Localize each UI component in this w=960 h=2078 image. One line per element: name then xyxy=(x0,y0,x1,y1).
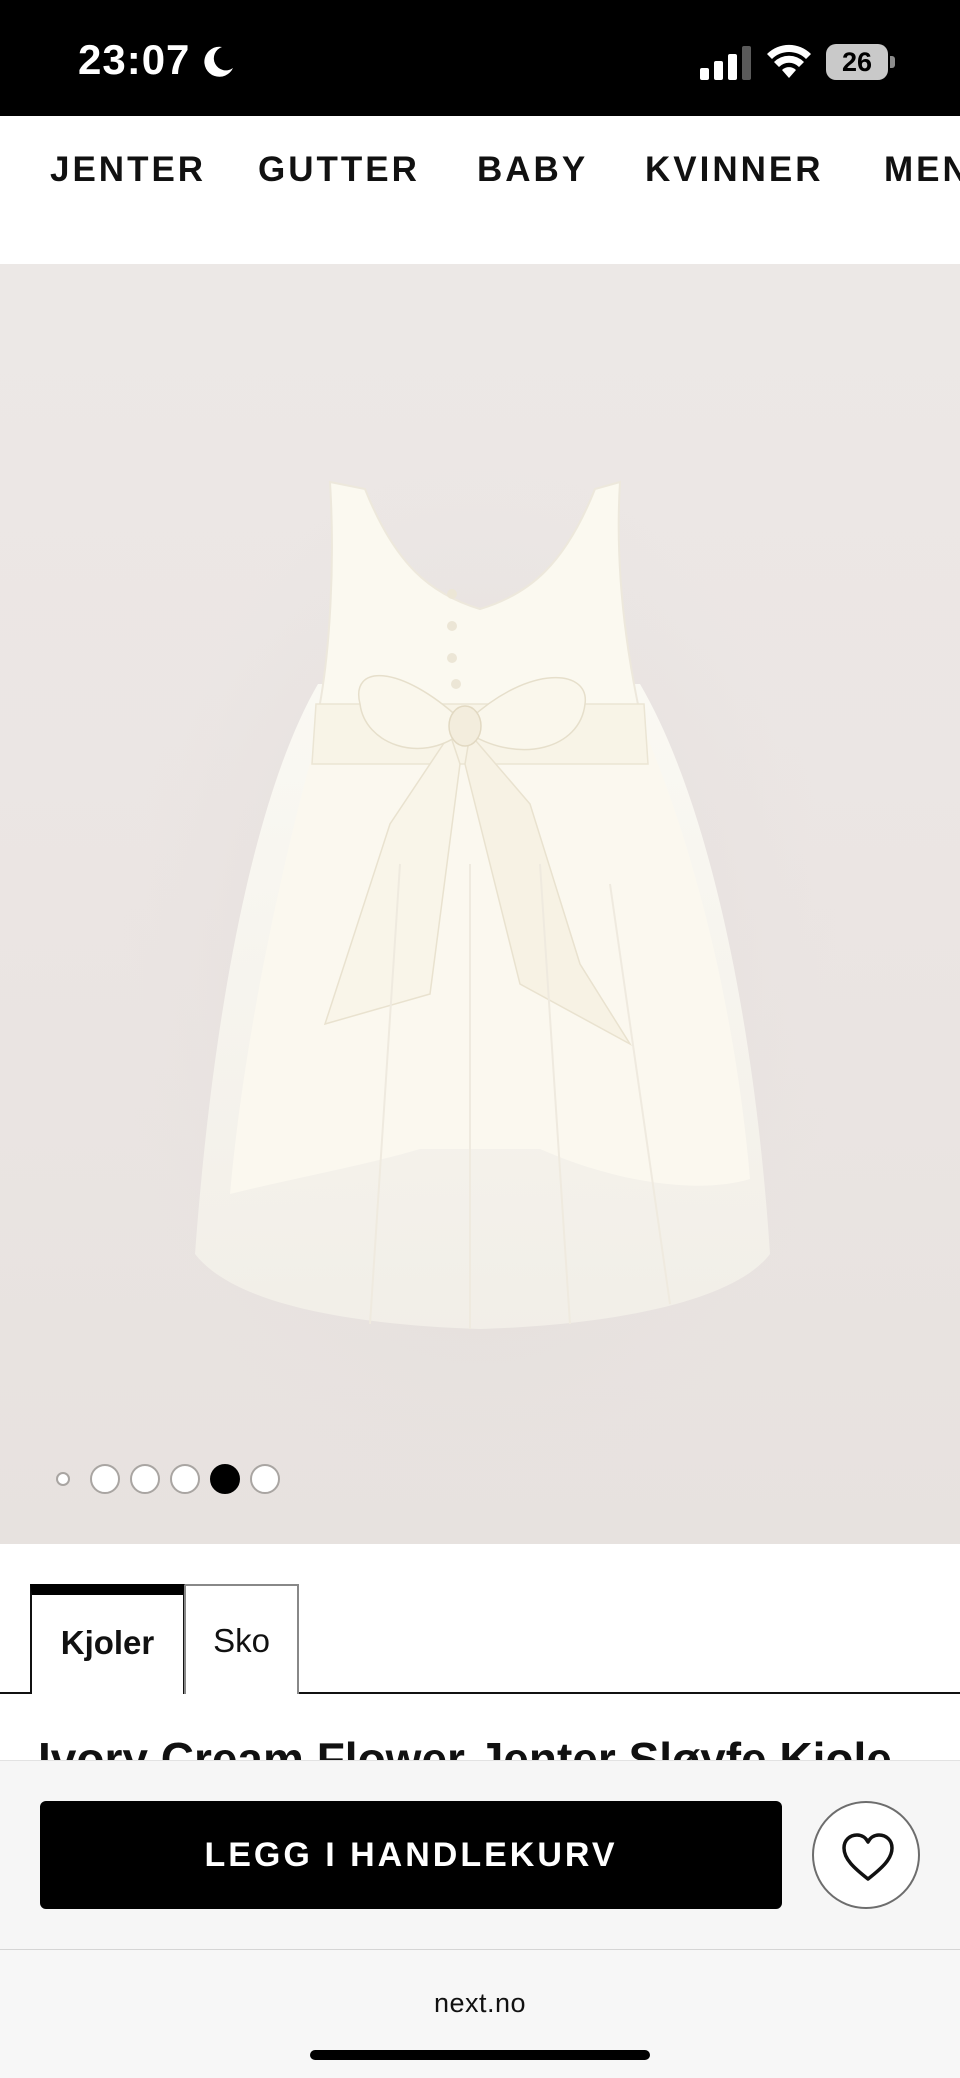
nav-item-kvinner[interactable]: KVINNER xyxy=(645,150,824,190)
product-image-carousel[interactable] xyxy=(0,264,960,1544)
nav-item-menn[interactable]: MEN xyxy=(884,150,960,190)
moon-icon xyxy=(204,46,233,77)
battery-level: 26 xyxy=(826,44,888,80)
tab-sko[interactable]: Sko xyxy=(184,1584,299,1694)
nav-item-jenter[interactable]: JENTER xyxy=(50,150,206,190)
carousel-dot[interactable] xyxy=(130,1464,160,1494)
tab-kjoler[interactable]: Kjoler xyxy=(30,1584,185,1694)
carousel-dot[interactable] xyxy=(250,1464,280,1494)
heart-icon xyxy=(842,1833,894,1881)
category-nav: JENTER GUTTER BABY KVINNER MEN xyxy=(0,116,960,264)
browser-domain[interactable]: next.no xyxy=(0,1988,960,2019)
battery-tip xyxy=(890,56,895,68)
status-time: 23:07 xyxy=(78,36,191,83)
home-indicator[interactable] xyxy=(310,2050,650,2060)
signal-icon xyxy=(700,46,751,80)
wishlist-button[interactable] xyxy=(812,1801,920,1909)
wifi-icon xyxy=(767,44,811,78)
carousel-dot[interactable] xyxy=(56,1472,70,1486)
add-to-cart-button[interactable]: LEGG I HANDLEKURV xyxy=(40,1801,782,1909)
carousel-dot-active[interactable] xyxy=(210,1464,240,1494)
carousel-dot[interactable] xyxy=(170,1464,200,1494)
browser-bottom-bar: next.no xyxy=(0,1950,960,2078)
add-to-cart-bar: LEGG I HANDLEKURV xyxy=(0,1760,960,1950)
nav-item-baby[interactable]: BABY xyxy=(477,150,588,190)
product-image xyxy=(120,464,840,1504)
tab-kjoler-label: Kjoler xyxy=(60,1624,155,1661)
tab-sko-label: Sko xyxy=(213,1622,270,1659)
carousel-dot[interactable] xyxy=(90,1464,120,1494)
category-tabs: Kjoler Sko xyxy=(0,1544,960,1694)
battery-icon: 26 xyxy=(826,44,896,80)
product-title: Ivory Cream Flower Jenter Sløyfe Kjole xyxy=(38,1740,938,1762)
status-bar: 23:07 26 xyxy=(0,0,960,116)
nav-item-gutter[interactable]: GUTTER xyxy=(258,150,420,190)
product-title-text: Ivory Cream Flower Jenter Sløyfe Kjole xyxy=(38,1740,938,1762)
